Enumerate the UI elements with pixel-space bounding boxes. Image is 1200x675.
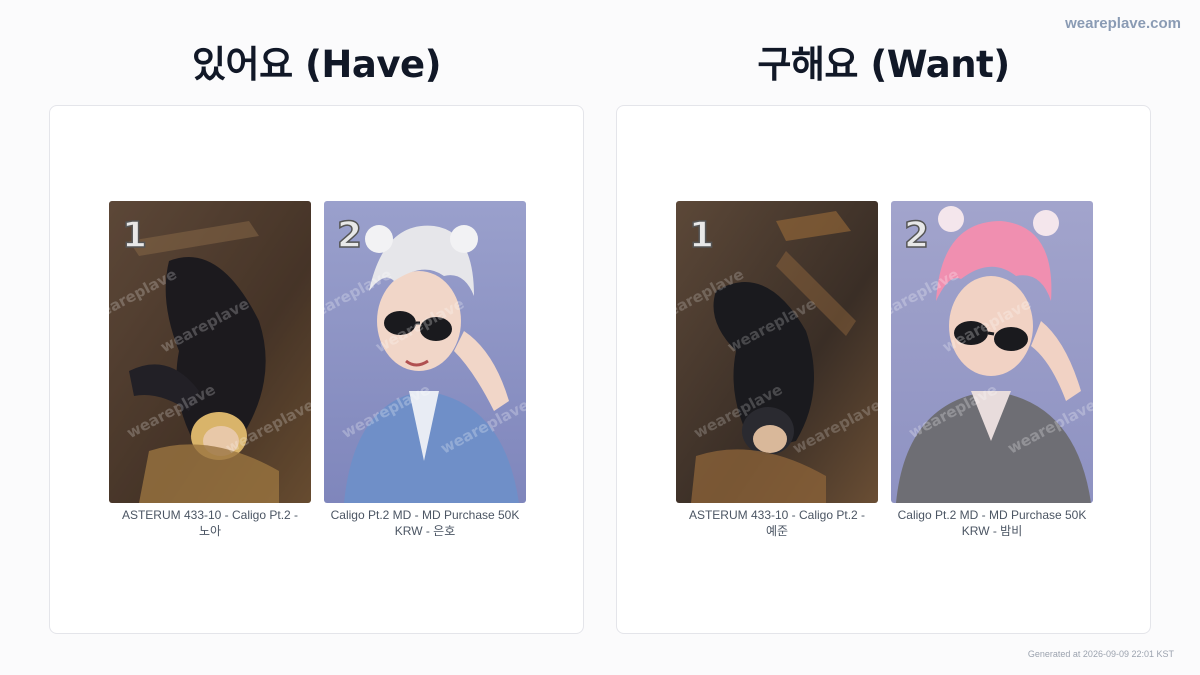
photocard-image: weareplave weareplave weareplave wearepl… (109, 201, 311, 503)
caption-line-2: 노아 (198, 524, 222, 538)
card-caption: Caligo Pt.2 MD - MD Purchase 50K KRW - 은… (324, 507, 526, 539)
photocard-image: weareplave weareplave weareplave wearepl… (676, 201, 878, 503)
card-number-badge: 1 (121, 214, 148, 257)
have-card-1[interactable]: weareplave weareplave weareplave wearepl… (109, 201, 311, 539)
brand-logo-text: weareplave.com (1065, 15, 1181, 32)
caption-line-1: Caligo Pt.2 MD - MD Purchase 50K (897, 508, 1087, 522)
want-card-1[interactable]: weareplave weareplave weareplave wearepl… (676, 201, 878, 539)
have-card-2[interactable]: weareplave weareplave weareplave wearepl… (324, 201, 526, 539)
have-panel: weareplave weareplave weareplave wearepl… (49, 105, 584, 634)
generated-timestamp: Generated at 2026-09-09 22:01 KST (1027, 649, 1174, 659)
card-number-badge: 2 (903, 214, 930, 257)
card-caption: ASTERUM 433-10 - Caligo Pt.2 - 예준 (676, 507, 878, 539)
want-card-2[interactable]: weareplave weareplave weareplave wearepl… (891, 201, 1093, 539)
have-title: 있어요 (Have) (192, 43, 441, 86)
caption-line-1: ASTERUM 433-10 - Caligo Pt.2 - (121, 508, 299, 522)
caption-line-2: KRW - 밤비 (961, 524, 1023, 538)
card-number-badge: 2 (336, 214, 363, 257)
caption-line-2: KRW - 은호 (394, 524, 456, 538)
caption-line-2: 예준 (765, 524, 789, 538)
card-number-badge: 1 (688, 214, 715, 257)
photocard-image: weareplave weareplave weareplave wearepl… (891, 201, 1093, 503)
photocard-image: weareplave weareplave weareplave wearepl… (324, 201, 526, 503)
card-caption: ASTERUM 433-10 - Caligo Pt.2 - 노아 (109, 507, 311, 539)
want-panel: weareplave weareplave weareplave wearepl… (616, 105, 1151, 634)
card-caption: Caligo Pt.2 MD - MD Purchase 50K KRW - 밤… (891, 507, 1093, 539)
want-title: 구해요 (Want) (757, 43, 1010, 86)
caption-line-1: Caligo Pt.2 MD - MD Purchase 50K (330, 508, 520, 522)
caption-line-1: ASTERUM 433-10 - Caligo Pt.2 - (688, 508, 866, 522)
